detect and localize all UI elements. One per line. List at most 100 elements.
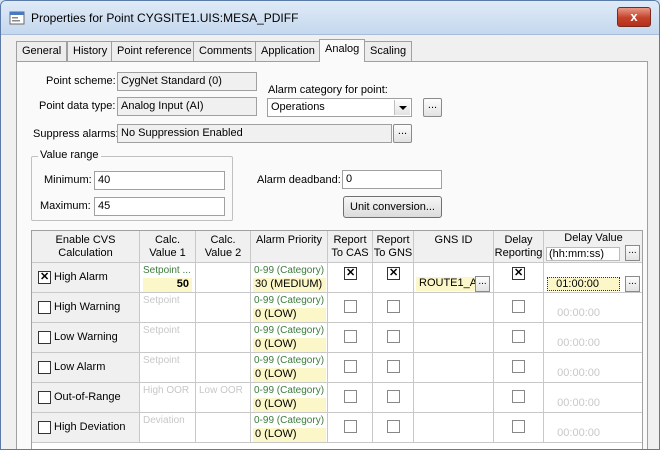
delay-reporting-checkbox[interactable] xyxy=(512,300,525,313)
calc-value-2-cell[interactable] xyxy=(196,293,251,323)
gns-id-cell[interactable] xyxy=(414,353,494,383)
delay-value-header-browse-button[interactable]: ... xyxy=(625,245,640,261)
calc-value-2-cell[interactable] xyxy=(196,353,251,383)
report-cas-checkbox[interactable] xyxy=(344,300,357,313)
delay-value-cell[interactable]: 00:00:00 xyxy=(544,353,642,383)
calc-value-1-cell[interactable]: Setpoint xyxy=(140,323,196,353)
calc-value-1-cell[interactable]: Setpoint xyxy=(140,293,196,323)
maximum-input[interactable]: 45 xyxy=(94,197,225,216)
alarm-deadband-input[interactable]: 0 xyxy=(342,170,442,189)
gns-id-cell[interactable] xyxy=(414,413,494,443)
delay-reporting-checkbox[interactable] xyxy=(512,330,525,343)
suppress-alarms-browse-button[interactable]: ... xyxy=(393,124,412,143)
calc-value-1-label: Setpoint xyxy=(143,325,180,336)
priority-value: 0 (LOW) xyxy=(253,338,326,352)
title-bar[interactable]: Properties for Point CYGSITE1.UIS:MESA_P… xyxy=(1,1,659,35)
gns-id-browse-button[interactable]: ... xyxy=(475,276,490,292)
enable-checkbox[interactable] xyxy=(38,331,51,344)
report-gns-checkbox[interactable] xyxy=(387,300,400,313)
calc-value-1-header: Calc. Value 1 xyxy=(140,231,196,263)
calc-value-2-label: Low OOR xyxy=(199,385,243,396)
tab-comments[interactable]: Comments xyxy=(193,41,259,61)
calc-value-2-cell[interactable] xyxy=(196,413,251,443)
alarm-category-browse-button[interactable]: ... xyxy=(423,98,442,117)
delay-value: 00:00:00 xyxy=(557,427,600,439)
delay-reporting-checkbox[interactable] xyxy=(512,390,525,403)
row-name: High Alarm xyxy=(54,271,108,283)
delay-value-cell[interactable]: 01:00:00... xyxy=(544,263,642,293)
tab-analog[interactable]: Analog xyxy=(319,39,366,62)
delay-value-browse-button[interactable]: ... xyxy=(625,276,640,292)
gns-id-cell[interactable] xyxy=(414,293,494,323)
calc-value-2-cell[interactable] xyxy=(196,323,251,353)
alarm-priority-cell[interactable]: 0-99 (Category) 0 (LOW) xyxy=(251,293,328,323)
suppress-alarms-field: No Suppression Enabled xyxy=(117,124,392,143)
tab-history[interactable]: History xyxy=(67,41,114,61)
analog-panel: Point scheme: CygNet Standard (0) Point … xyxy=(16,61,648,449)
alarm-priority-cell[interactable]: 0-99 (Category) 0 (LOW) xyxy=(251,323,328,353)
alarm-priority-cell[interactable]: 0-99 (Category) 0 (LOW) xyxy=(251,413,328,443)
report-cas-checkbox[interactable] xyxy=(344,390,357,403)
alarm-priority-cell[interactable]: 0-99 (Category) 30 (MEDIUM) xyxy=(251,263,328,293)
enable-checkbox[interactable] xyxy=(38,421,51,434)
report-gns-cell xyxy=(373,293,414,323)
minimum-input[interactable]: 40 xyxy=(94,171,225,190)
delay-value-title: Delay Value xyxy=(564,232,623,244)
report-cas-checkbox[interactable] xyxy=(344,267,357,280)
delay-reporting-checkbox[interactable] xyxy=(512,360,525,373)
delay-value-cell[interactable]: 00:00:00 xyxy=(544,413,642,443)
enable-checkbox[interactable] xyxy=(38,391,51,404)
report-cas-checkbox[interactable] xyxy=(344,330,357,343)
row-label-cell: High Deviation xyxy=(32,413,140,443)
delay-reporting-cell xyxy=(494,383,544,413)
gns-id-cell[interactable] xyxy=(414,323,494,353)
alarm-deadband-label: Alarm deadband: xyxy=(257,174,341,186)
report-cas-cell xyxy=(328,383,373,413)
report-gns-checkbox[interactable] xyxy=(387,420,400,433)
delay-reporting-checkbox[interactable] xyxy=(512,420,525,433)
minimum-label: Minimum: xyxy=(44,174,92,186)
enable-checkbox[interactable] xyxy=(38,301,51,314)
report-gns-cell xyxy=(373,383,414,413)
calc-value-2-cell[interactable] xyxy=(196,263,251,293)
calc-value-1-cell[interactable]: Setpoint xyxy=(140,353,196,383)
calc-value-1-label: Setpoint xyxy=(143,355,180,366)
alarm-priority-cell[interactable]: 0-99 (Category) 0 (LOW) xyxy=(251,353,328,383)
delay-value-cell[interactable]: 00:00:00 xyxy=(544,323,642,353)
gns-id-cell[interactable]: ROUTE1_AI... xyxy=(414,263,494,293)
value-range-title: Value range xyxy=(38,149,101,161)
delay-value-cell[interactable]: 00:00:00 xyxy=(544,293,642,323)
report-cas-checkbox[interactable] xyxy=(344,360,357,373)
tab-scaling[interactable]: Scaling xyxy=(364,41,413,61)
enable-checkbox[interactable] xyxy=(38,271,51,284)
enable-checkbox[interactable] xyxy=(38,361,51,374)
alarm-category-select[interactable]: Operations xyxy=(267,98,412,117)
report-gns-checkbox[interactable] xyxy=(387,267,400,280)
tab-general[interactable]: General xyxy=(16,41,68,61)
report-gns-checkbox[interactable] xyxy=(387,330,400,343)
report-cas-checkbox[interactable] xyxy=(344,420,357,433)
delay-value-cell[interactable]: 00:00:00 xyxy=(544,383,642,413)
unit-conversion-button[interactable]: Unit conversion... xyxy=(343,196,442,218)
delay-reporting-checkbox[interactable] xyxy=(512,267,525,280)
priority-range-label: 0-99 (Category) xyxy=(254,325,325,336)
priority-range-label: 0-99 (Category) xyxy=(254,265,325,276)
alarm-priority-header: Alarm Priority xyxy=(251,231,328,263)
close-button[interactable]: x xyxy=(617,7,651,27)
report-gns-header: Report To GNS xyxy=(373,231,414,263)
tab-point-reference[interactable]: Point reference xyxy=(111,41,198,61)
calc-value-2-cell[interactable]: Low OOR xyxy=(196,383,251,413)
gns-id-cell[interactable] xyxy=(414,383,494,413)
alarm-priority-cell[interactable]: 0-99 (Category) 0 (LOW) xyxy=(251,383,328,413)
calc-value-1-cell[interactable]: Setpoint ... 50 xyxy=(140,263,196,293)
tab-application[interactable]: Application xyxy=(255,41,321,61)
report-gns-checkbox[interactable] xyxy=(387,360,400,373)
row-name: High Deviation xyxy=(54,421,126,433)
row-label-cell: Low Alarm xyxy=(32,353,140,383)
calc-value-1-cell[interactable]: Deviation xyxy=(140,413,196,443)
report-gns-checkbox[interactable] xyxy=(387,390,400,403)
chevron-down-icon[interactable] xyxy=(394,100,410,115)
delay-reporting-cell xyxy=(494,293,544,323)
point-scheme-field: CygNet Standard (0) xyxy=(117,72,257,91)
calc-value-1-cell[interactable]: High OOR xyxy=(140,383,196,413)
